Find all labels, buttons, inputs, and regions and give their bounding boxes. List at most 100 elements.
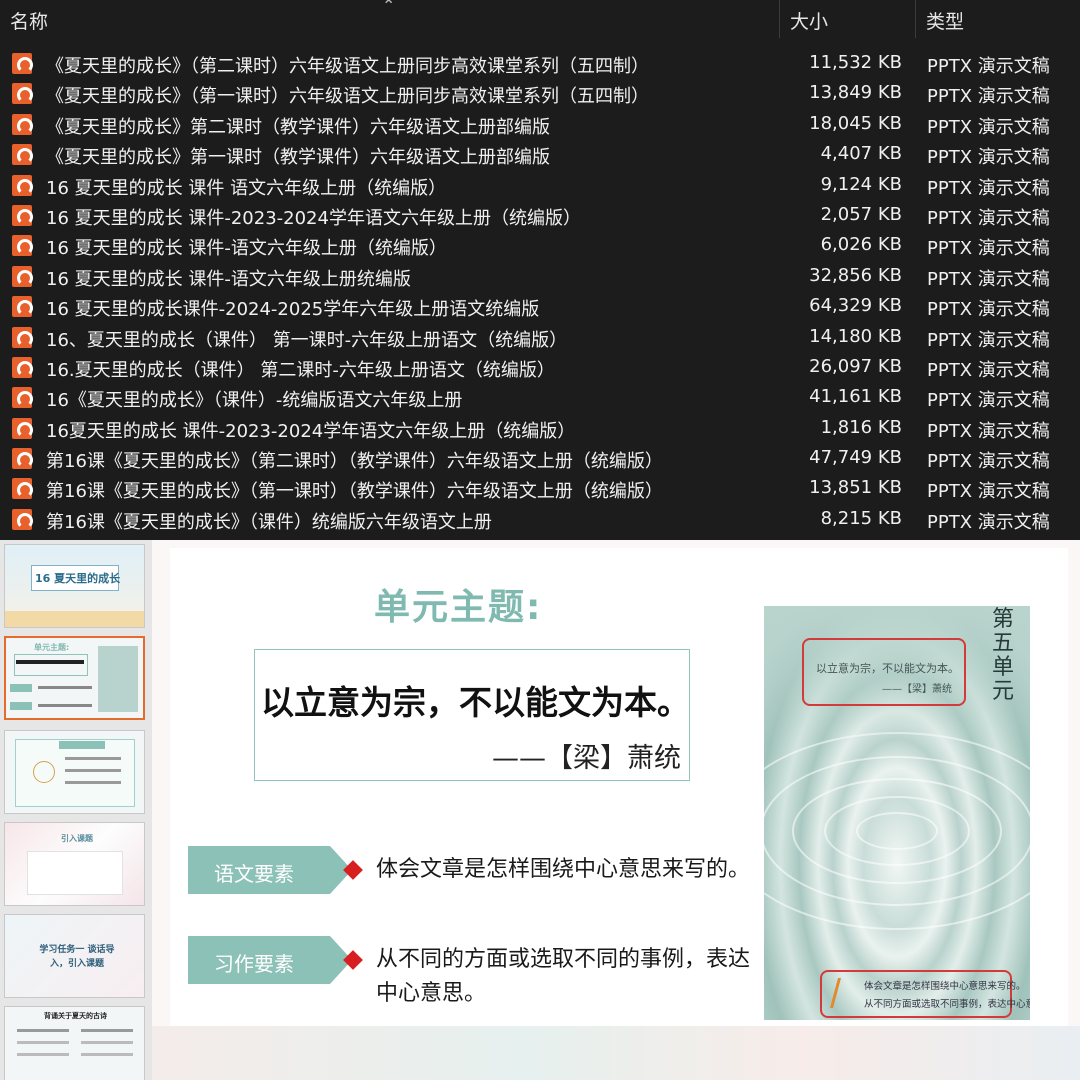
- file-size: 1,816 KB: [820, 416, 902, 438]
- file-name: 第16课《夏天里的成长》（第一课时）（教学课件）六年级语文上册（统编版）: [46, 481, 663, 503]
- file-name: 16《夏天里的成长》（课件）-统编版语文六年级上册: [46, 390, 463, 412]
- pptx-file-icon: [12, 144, 33, 166]
- file-name: 16 夏天里的成长 课件-语文六年级上册（统编版）: [46, 238, 447, 260]
- file-name: 第16课《夏天里的成长》（第二课时）（教学课件）六年级语文上册（统编版）: [46, 451, 663, 473]
- file-list: 《夏天里的成长》（第二课时）六年级语文上册同步高效课堂系列（五四制） 11,532…: [0, 48, 1080, 534]
- file-row[interactable]: 《夏天里的成长》（第一课时）六年级语文上册同步高效课堂系列（五四制） 13,849…: [0, 78, 1080, 108]
- pptx-file-icon: [12, 204, 33, 226]
- pptx-file-icon: [12, 113, 33, 135]
- file-explorer: 名称 ⌃ 大小 类型 《夏天里的成长》（第二课时）六年级语文上册同步高效课堂系列…: [0, 0, 1080, 540]
- pptx-file-icon: [12, 387, 33, 409]
- pptx-file-icon: [12, 235, 33, 257]
- file-row[interactable]: 16.夏天里的成长（课件） 第二课时-六年级上册语文（统编版） 26,097 KB…: [0, 352, 1080, 382]
- file-name: 16.夏天里的成长（课件） 第二课时-六年级上册语文（统编版）: [46, 359, 555, 381]
- cover-element-line: 体会文章是怎样围绕中心意思来写的。: [864, 981, 1026, 992]
- file-row[interactable]: 16《夏天里的成长》（课件）-统编版语文六年级上册 41,161 KB PPTX 演…: [0, 382, 1080, 412]
- pptx-file-icon: [12, 174, 33, 196]
- file-row[interactable]: 16夏天里的成长 课件-2023-2024学年语文六年级上册（统编版） 1,816…: [0, 413, 1080, 443]
- column-name-header[interactable]: 名称: [10, 7, 48, 34]
- file-type: PPTX 演示文稿: [927, 268, 1050, 290]
- thumbnail-title: 背诵关于夏天的古诗: [44, 1012, 107, 1020]
- pptx-file-icon: [12, 417, 33, 439]
- pptx-file-icon: [12, 508, 33, 530]
- column-size-header[interactable]: 大小: [790, 7, 828, 34]
- file-row[interactable]: 第16课《夏天里的成长》（第二课时）（教学课件）六年级语文上册（统编版） 47,7…: [0, 443, 1080, 473]
- file-row[interactable]: 16、夏天里的成长（课件） 第一课时-六年级上册语文（统编版） 14,180 KB…: [0, 322, 1080, 352]
- slide-title: 单元主题:: [374, 587, 543, 628]
- file-type: PPTX 演示文稿: [927, 329, 1050, 351]
- file-name: 16 夏天里的成长 课件 语文六年级上册（统编版）: [46, 177, 447, 199]
- file-size: 14,180 KB: [809, 325, 902, 347]
- column-divider[interactable]: [779, 0, 780, 38]
- file-row[interactable]: 第16课《夏天里的成长》（第一课时）（教学课件）六年级语文上册（统编版） 13,8…: [0, 473, 1080, 503]
- file-type: PPTX 演示文稿: [927, 390, 1050, 412]
- file-size: 9,124 KB: [820, 173, 902, 195]
- file-size: 26,097 KB: [809, 355, 902, 377]
- slide-canvas: 单元主题: 以立意为宗，不以能文为本。 ——【梁】萧统 语文要素 体会文章是怎样…: [152, 540, 1080, 1080]
- thumbnail-title: 引入课题: [61, 834, 93, 843]
- quote-text: 以立意为宗，不以能文为本。: [261, 683, 690, 722]
- file-size: 6,026 KB: [820, 234, 902, 256]
- slide-thumbnail-6[interactable]: 背诵关于夏天的古诗: [4, 1006, 145, 1080]
- file-type: PPTX 演示文稿: [927, 299, 1050, 321]
- slide-thumbnail-5[interactable]: 学习任务一 谈话导入，引入课题: [4, 914, 145, 998]
- requirement-text: 体会文章是怎样围绕中心意思来写的。: [376, 857, 751, 882]
- file-name: 16 夏天里的成长课件-2024-2025学年六年级上册语文统编版: [46, 299, 540, 321]
- cover-element-line: 从不同方面或选取不同事例，表达中心意思。: [864, 999, 1030, 1010]
- file-type: PPTX 演示文稿: [927, 177, 1050, 199]
- quote-box: 以立意为宗，不以能文为本。 ——【梁】萧统: [254, 649, 690, 781]
- file-row[interactable]: 16 夏天里的成长 课件-语文六年级上册统编版 32,856 KB PPTX 演示文…: [0, 261, 1080, 291]
- file-size: 4,407 KB: [820, 143, 902, 165]
- file-type: PPTX 演示文稿: [927, 56, 1050, 77]
- thumbnail-title: 单元主题:: [34, 643, 70, 652]
- file-type: PPTX 演示文稿: [927, 451, 1050, 473]
- file-type: PPTX 演示文稿: [927, 116, 1050, 138]
- file-row[interactable]: 《夏天里的成长》第二课时（教学课件）六年级语文上册部编版 18,045 KB PPT…: [0, 109, 1080, 139]
- column-divider[interactable]: [915, 0, 916, 38]
- cover-quote-author: ——【梁】萧统: [882, 684, 952, 695]
- file-row[interactable]: 16 夏天里的成长 课件-语文六年级上册（统编版） 6,026 KB PPTX 演示…: [0, 230, 1080, 260]
- requirement-tag-label: 习作要素: [214, 952, 294, 976]
- requirement-tag-label: 语文要素: [214, 862, 294, 886]
- file-row[interactable]: 《夏天里的成长》（第二课时）六年级语文上册同步高效课堂系列（五四制） 11,532…: [0, 48, 1080, 78]
- file-type: PPTX 演示文稿: [927, 511, 1050, 533]
- file-name: 《夏天里的成长》第一课时（教学课件）六年级语文上册部编版: [46, 147, 550, 169]
- slide-thumbnail-2[interactable]: 单元主题:: [4, 636, 145, 720]
- file-type: PPTX 演示文稿: [927, 207, 1050, 229]
- quote-author: ——【梁】萧统: [492, 743, 681, 774]
- slide-content: 单元主题: 以立意为宗，不以能文为本。 ——【梁】萧统 语文要素 体会文章是怎样…: [170, 548, 1068, 1026]
- requirement-tag-writing: 习作要素: [188, 936, 352, 984]
- requirement-tag-chinese: 语文要素: [188, 846, 352, 894]
- slide-decoration: [152, 1026, 1080, 1080]
- file-name: 16、夏天里的成长（课件） 第一课时-六年级上册语文（统编版）: [46, 329, 568, 351]
- slide-thumbnail-4[interactable]: 引入课题: [4, 822, 145, 906]
- file-row[interactable]: 16 夏天里的成长 课件-2023-2024学年语文六年级上册（统编版） 2,05…: [0, 200, 1080, 230]
- file-row[interactable]: 《夏天里的成长》第一课时（教学课件）六年级语文上册部编版 4,407 KB PPTX…: [0, 139, 1080, 169]
- file-type: PPTX 演示文稿: [927, 481, 1050, 503]
- file-size: 47,749 KB: [809, 447, 902, 469]
- pptx-file-icon: [12, 53, 33, 74]
- pptx-file-icon: [12, 326, 33, 348]
- column-type-header[interactable]: 类型: [926, 7, 964, 34]
- file-row[interactable]: 第16课《夏天里的成长》（课件）统编版六年级语文上册 8,215 KB PPTX 演…: [0, 504, 1080, 534]
- file-row[interactable]: 16 夏天里的成长课件-2024-2025学年六年级上册语文统编版 64,329 …: [0, 291, 1080, 321]
- thumbnail-title: 16 夏天里的成长: [35, 572, 121, 585]
- slide-thumbnail-panel: 16 夏天里的成长 单元主题: 引入课题 学习任务一 谈话导入，引入课题 背诵关…: [0, 540, 152, 1080]
- requirement-text: 从不同的方面或选取不同的事例，表达中心意思。: [376, 947, 751, 1006]
- pptx-file-icon: [12, 448, 33, 470]
- file-size: 41,161 KB: [809, 386, 902, 408]
- file-name: 第16课《夏天里的成长》（课件）统编版六年级语文上册: [46, 511, 492, 533]
- file-size: 13,851 KB: [809, 477, 902, 499]
- slide-thumbnail-3[interactable]: [4, 730, 145, 814]
- cover-quote: 以立意为宗，不以能文为本。: [816, 662, 959, 675]
- file-size: 2,057 KB: [820, 203, 902, 225]
- slide-thumbnail-1[interactable]: 16 夏天里的成长: [4, 544, 145, 628]
- file-row[interactable]: 16 夏天里的成长 课件 语文六年级上册（统编版） 9,124 KB PPTX 演示…: [0, 170, 1080, 200]
- pptx-file-icon: [12, 296, 33, 318]
- file-size: 18,045 KB: [809, 112, 902, 134]
- thumbnail-title: 学习任务一 谈话导入，引入课题: [39, 945, 115, 969]
- file-name: 16 夏天里的成长 课件-语文六年级上册统编版: [46, 268, 411, 290]
- pptx-file-icon: [12, 478, 33, 500]
- file-type: PPTX 演示文稿: [927, 147, 1050, 169]
- file-size: 32,856 KB: [809, 264, 902, 286]
